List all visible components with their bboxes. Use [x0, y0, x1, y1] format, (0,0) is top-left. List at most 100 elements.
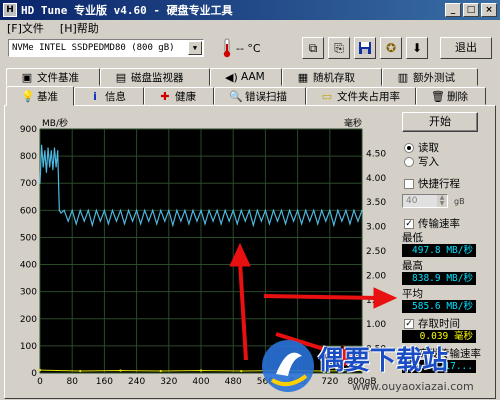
y-axis-label-right: 毫秒: [344, 117, 362, 129]
watermark-logo-icon: [262, 340, 314, 392]
app-icon: H: [3, 3, 17, 17]
copy-text-button[interactable]: ⎘: [328, 37, 350, 59]
transfer-rate-point: [361, 209, 363, 211]
transfer-rate-point: [284, 223, 287, 225]
short-stroke-unit: gB: [454, 197, 465, 206]
tab-folder-usage[interactable]: ▭ 文件夹占用率: [306, 87, 416, 105]
y-tick-label-left: 800: [20, 152, 37, 162]
x-tick-label: 400: [192, 377, 209, 387]
transfer-rate-point: [95, 209, 97, 211]
options-icon: ✪: [385, 41, 397, 55]
transfer-rate-point: [192, 209, 194, 211]
tab-aam[interactable]: ◀) AAM: [210, 68, 282, 86]
save-button[interactable]: [354, 37, 376, 59]
transfer-rate-point: [60, 212, 62, 214]
transfer-rate-point: [264, 209, 266, 211]
write-radio[interactable]: 写入: [404, 154, 439, 169]
x-tick-label: 160: [96, 377, 113, 387]
max-label: 最高: [402, 260, 423, 272]
transfer-rate-point: [91, 224, 93, 226]
transfer-rate-point: [103, 209, 105, 211]
transfer-rate-checkbox[interactable]: ✓ 传输速率: [404, 216, 460, 231]
transfer-rate-point: [164, 220, 166, 222]
close-button[interactable]: ×: [481, 3, 497, 17]
read-radio[interactable]: 读取: [404, 140, 439, 155]
transfer-rate-point: [200, 209, 202, 211]
tab-erase[interactable]: 🗑 删除: [416, 87, 486, 105]
transfer-rate-point: [337, 209, 339, 211]
minimize-button[interactable]: _: [445, 3, 461, 17]
tab-info[interactable]: i 信息: [74, 87, 144, 105]
transfer-rate-point: [220, 223, 222, 225]
transfer-rate-point: [196, 220, 198, 222]
copy-icon: ⧉: [308, 41, 318, 55]
transfer-rate-point: [47, 147, 49, 149]
transfer-rate-point: [248, 209, 250, 211]
tab-health[interactable]: ✚ 健康: [144, 87, 214, 105]
transfer-rate-point: [83, 220, 85, 222]
window-title: HD Tune 专业版 v4.60 - 硬盘专业工具: [21, 4, 233, 17]
exit-button[interactable]: 退出: [440, 37, 492, 59]
transfer-rate-point: [99, 220, 101, 222]
info-icon: i: [93, 89, 97, 103]
menu-file[interactable]: [F]文件: [4, 20, 47, 36]
avg-label: 平均: [402, 288, 423, 300]
transfer-rate-point: [301, 223, 303, 225]
tab-extra-tests[interactable]: ▥ 额外测试: [382, 68, 478, 86]
watermark-text: 偶要下载站: [318, 346, 449, 376]
radio-dot: [404, 156, 414, 167]
transfer-rate-point: [107, 223, 110, 225]
transfer-rate-point: [288, 209, 291, 211]
transfer-rate-point: [317, 223, 319, 225]
chevron-down-icon[interactable]: ▼: [188, 41, 202, 55]
copy-text-icon: ⎘: [334, 41, 344, 55]
menu-bar: [F]文件 [H]帮助: [0, 20, 500, 36]
file-benchmark-icon: ▣: [21, 70, 33, 84]
download-icon: ⬇: [411, 41, 423, 55]
access-time-point: [119, 369, 122, 372]
disk-monitor-icon: ▤: [115, 70, 127, 84]
transfer-rate-point: [349, 223, 351, 225]
min-label: 最低: [402, 232, 423, 244]
transfer-rate-point: [260, 220, 262, 222]
transfer-rate-point: [188, 223, 190, 225]
transfer-rate-point: [208, 209, 210, 211]
tab-file-benchmark[interactable]: ▣ 文件基准: [6, 68, 100, 86]
bulb-icon: 💡: [21, 89, 35, 103]
tab-random-access[interactable]: ▦ 随机存取: [282, 68, 382, 86]
tab-error-scan[interactable]: 🔍 错误扫描: [214, 87, 306, 105]
transfer-rate-point: [228, 220, 230, 222]
options-button[interactable]: ✪: [380, 37, 402, 59]
transfer-rate-point: [236, 223, 238, 225]
transfer-rate-point: [144, 209, 146, 211]
transfer-rate-point: [55, 166, 57, 168]
tab-benchmark[interactable]: 💡 基准: [6, 86, 74, 106]
transfer-rate-point: [136, 209, 138, 211]
folder-icon: ▭: [321, 89, 333, 103]
max-value: 838.9 MB/秒: [402, 272, 476, 285]
short-stroke-input[interactable]: 40 ▲ ▼: [402, 194, 448, 208]
transfer-rate-point: [172, 224, 174, 226]
copy-button[interactable]: ⧉: [302, 37, 324, 59]
y-tick-label-left: 600: [20, 206, 37, 216]
spin-arrows-icon[interactable]: ▲ ▼: [437, 195, 447, 207]
watermark: 偶要下载站 www.ouyaoxiazai.com: [258, 334, 498, 398]
maximize-button[interactable]: □: [463, 3, 479, 17]
tab-disk-monitor[interactable]: ▤ 磁盘监视器: [100, 68, 210, 86]
access-time-point: [38, 368, 42, 372]
transfer-rate-point: [272, 209, 275, 211]
short-stroke-checkbox[interactable]: 快捷行程: [404, 176, 460, 191]
menu-help[interactable]: [H]帮助: [57, 20, 102, 36]
access-time-checkbox[interactable]: ✓ 存取时间: [404, 316, 460, 331]
thermometer-icon: [223, 38, 231, 58]
checkbox-box: [404, 178, 414, 189]
y-tick-label-left: 100: [20, 342, 37, 352]
y-tick-label-left: 700: [20, 179, 37, 189]
drive-select[interactable]: NVMe INTEL SSDPEDMD80 (800 gB) ▼: [8, 39, 204, 57]
transfer-rate-point: [333, 224, 335, 226]
start-button[interactable]: 开始: [402, 112, 478, 132]
download-button[interactable]: ⬇: [406, 37, 428, 59]
y-tick-label-right: 2.50: [366, 247, 386, 257]
transfer-rate-point: [256, 209, 258, 211]
title-bar: H HD Tune 专业版 v4.60 - 硬盘专业工具 _ □ ×: [0, 0, 500, 20]
